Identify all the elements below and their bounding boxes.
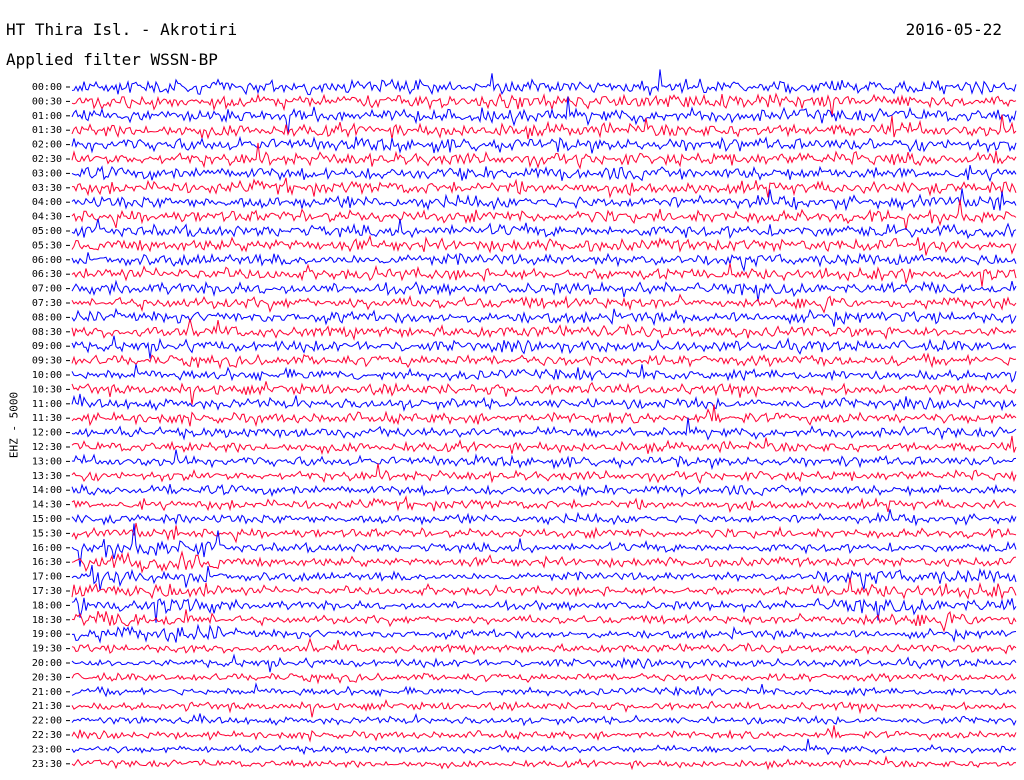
y-tick-label: 23:30 (32, 759, 62, 770)
seismic-trace-1130 (71, 404, 1017, 428)
y-tick-label: 02:00 (32, 140, 62, 151)
y-tick-label: 01:00 (32, 111, 62, 122)
y-tick-label: 13:00 (32, 456, 62, 467)
seismic-trace-2130 (71, 699, 1017, 718)
seismic-trace-2300 (71, 738, 1017, 756)
seismic-trace-1300 (71, 449, 1017, 471)
y-tick-label: 16:30 (32, 557, 62, 568)
y-tick-label: 05:30 (32, 240, 62, 251)
seismic-trace-0800 (71, 307, 1017, 327)
y-tick-label: 17:30 (32, 586, 62, 597)
seismic-trace-1100 (71, 393, 1017, 412)
y-tick-label: 12:30 (32, 442, 62, 453)
seismic-trace-2200 (71, 712, 1017, 727)
seismic-trace-0000 (71, 69, 1017, 96)
seismic-trace-2330 (71, 755, 1017, 771)
y-tick-label: 22:30 (32, 730, 62, 741)
seismic-trace-2030 (71, 671, 1017, 685)
y-tick-label: 21:30 (32, 701, 62, 712)
helicorder-plot: 00:00 00:30 01:00 01:30 02:00 02:30 03:00 03:30… (32, 69, 1017, 771)
y-tick-label: 21:00 (32, 687, 62, 698)
seismic-trace-2230 (71, 725, 1017, 743)
y-tick-label: 14:30 (32, 500, 62, 511)
y-tick-label: 01:30 (32, 125, 62, 136)
y-tick-label: 18:00 (32, 600, 62, 611)
seismic-trace-1500 (71, 509, 1017, 527)
seismic-trace-0600 (71, 252, 1017, 273)
y-tick-label: 23:00 (32, 744, 62, 755)
y-tick-label: 20:00 (32, 658, 62, 669)
y-tick-label: 07:00 (32, 284, 62, 295)
y-tick-label: 08:00 (32, 312, 62, 323)
seismic-trace-0130 (71, 114, 1017, 140)
y-tick-label: 12:00 (32, 428, 62, 439)
y-tick-label: 15:30 (32, 528, 62, 539)
seismic-trace-1700 (71, 565, 1017, 591)
y-tick-label: 16:00 (32, 543, 62, 554)
y-tick-label: 11:30 (32, 413, 62, 424)
y-tick-label: 22:00 (32, 716, 62, 727)
seismic-trace-1730 (71, 577, 1017, 601)
seismic-trace-0700 (71, 279, 1017, 302)
y-tick-label: 13:30 (32, 471, 62, 482)
y-tick-label: 20:30 (32, 672, 62, 683)
filter-label: Applied filter WSSN-BP (6, 50, 218, 69)
y-tick-label: 10:00 (32, 370, 62, 381)
seismic-trace-0230 (71, 142, 1017, 170)
y-tick-label: 00:30 (32, 96, 62, 107)
seismic-trace-0830 (71, 318, 1017, 341)
y-tick-label: 05:00 (32, 226, 62, 237)
seismic-trace-1330 (71, 463, 1017, 484)
seismic-trace-1030 (71, 381, 1017, 405)
y-tick-label: 04:00 (32, 197, 62, 208)
y-tick-label: 07:30 (32, 298, 62, 309)
helicorder-page: 00:00 00:30 01:00 01:30 02:00 02:30 03:00 03:30… (0, 0, 1024, 780)
y-tick-label: 04:30 (32, 212, 62, 223)
y-tick-label: 11:00 (32, 399, 62, 410)
y-tick-label: 03:30 (32, 183, 62, 194)
record-date: 2016-05-22 (905, 20, 1002, 39)
y-tick-label: 00:00 (32, 82, 62, 93)
seismic-trace-1430 (71, 495, 1017, 513)
seismic-trace-1630 (71, 550, 1017, 574)
seismic-trace-0530 (71, 234, 1017, 256)
y-tick-label: 09:00 (32, 341, 62, 352)
y-tick-label: 10:30 (32, 384, 62, 395)
seismic-trace-1000 (71, 364, 1017, 383)
seismic-trace-1530 (71, 522, 1017, 544)
y-tick-label: 06:00 (32, 255, 62, 266)
y-tick-label: 02:30 (32, 154, 62, 165)
channel-label: EHZ - 5000 (7, 391, 21, 459)
y-tick-label: 18:30 (32, 615, 62, 626)
seismic-trace-0930 (71, 352, 1017, 370)
seismic-trace-0200 (71, 135, 1017, 155)
seismic-trace-0100 (71, 96, 1017, 135)
seismic-trace-2100 (71, 682, 1017, 698)
y-tick-label: 19:00 (32, 629, 62, 640)
seismic-trace-0630 (71, 263, 1017, 287)
seismic-trace-2000 (71, 653, 1017, 673)
seismic-trace-0330 (72, 177, 1017, 199)
seismic-trace-1930 (71, 637, 1017, 656)
seismic-trace-1400 (71, 483, 1017, 498)
y-tick-label: 09:30 (32, 356, 62, 367)
y-tick-label: 14:00 (32, 485, 62, 496)
y-tick-label: 15:00 (32, 514, 62, 525)
seismic-trace-0900 (71, 335, 1017, 359)
y-tick-label: 03:00 (32, 168, 62, 179)
y-tick-label: 17:00 (32, 572, 62, 583)
y-tick-label: 08:30 (32, 327, 62, 338)
y-tick-label: 06:30 (32, 269, 62, 280)
station-title: HT Thira Isl. - Akrotiri (6, 20, 238, 39)
y-tick-label: 19:30 (32, 644, 62, 655)
seismic-trace-0300 (71, 164, 1017, 183)
seismic-trace-1900 (71, 623, 1017, 644)
seismic-trace-1230 (71, 435, 1017, 456)
seismic-trace-0730 (71, 293, 1017, 314)
